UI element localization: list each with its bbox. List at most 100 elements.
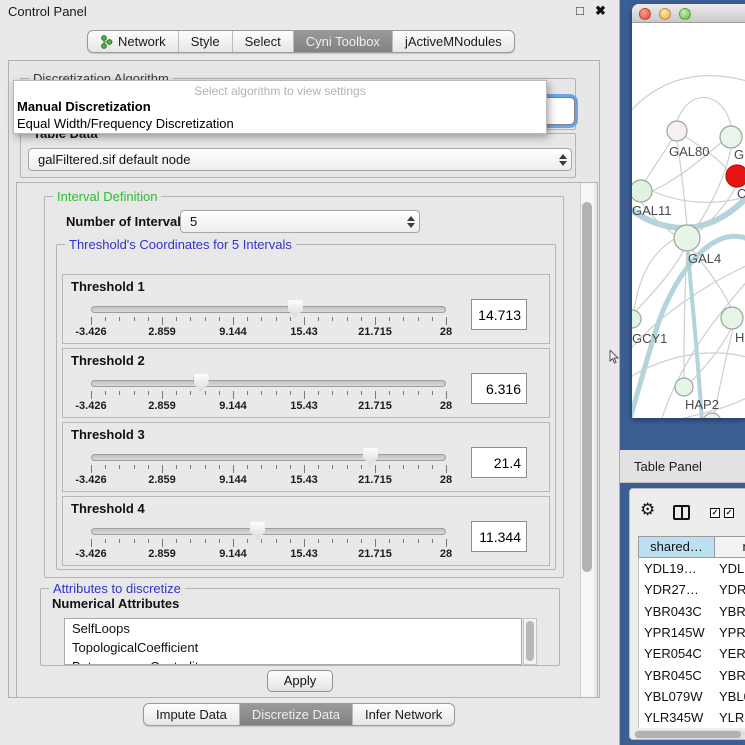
threshold-1-slider-track[interactable] [91, 306, 446, 313]
network-node-H[interactable] [721, 307, 743, 329]
close-light-icon[interactable] [639, 8, 651, 20]
control-panel: Control Panel □ ✖ Network Style Select C… [0, 0, 620, 745]
network-node-GCY1[interactable] [632, 310, 641, 328]
threshold-3-value-field[interactable] [471, 447, 527, 478]
threshold-4-slider-thumb[interactable] [250, 522, 265, 540]
network-node-G[interactable] [720, 126, 742, 148]
tick-mark [389, 465, 390, 469]
cell-name[interactable]: YBR0 [715, 604, 745, 619]
checkbox-icon[interactable]: ✓ [710, 508, 720, 518]
tab-style[interactable]: Style [178, 31, 232, 52]
table-row[interactable]: YBL079WYBL0 [639, 686, 745, 707]
cell-shared-name[interactable]: YLR345W [639, 710, 715, 725]
vertical-scrollbar-thumb[interactable] [582, 202, 592, 572]
table-row[interactable]: YER054CYER0 [639, 643, 745, 664]
tab-network[interactable]: Network [88, 31, 178, 52]
scale-label: 21.715 [358, 474, 392, 486]
scale-label: 2.859 [148, 474, 176, 486]
network-node-red-node[interactable] [726, 165, 745, 187]
horizontal-scrollbar[interactable] [634, 730, 745, 739]
cell-shared-name[interactable]: YBR045C [639, 668, 715, 683]
apply-button[interactable]: Apply [267, 670, 333, 692]
table-row[interactable]: YDR27…YDR2 [639, 579, 745, 600]
cell-name[interactable]: YER0 [715, 646, 745, 661]
column-header-name[interactable]: na [715, 537, 745, 557]
cell-name[interactable]: YLR3 [715, 710, 745, 725]
cell-name[interactable]: YDL1 [715, 561, 745, 576]
table-row[interactable]: YBR045CYBR0 [639, 664, 745, 685]
cell-name[interactable]: YDR2 [715, 582, 745, 597]
cell-shared-name[interactable]: YDL19… [639, 561, 715, 576]
tick-mark [318, 465, 319, 469]
threshold-1-value-field[interactable] [471, 299, 527, 330]
tab-impute-data[interactable]: Impute Data [144, 704, 239, 725]
split-table-icon[interactable] [673, 505, 690, 520]
threshold-3-slider-thumb[interactable] [363, 448, 378, 466]
table-row[interactable]: YPR145WYPR1 [639, 622, 745, 643]
cell-shared-name[interactable]: YPR145W [639, 625, 715, 640]
threshold-2-value-field[interactable] [471, 373, 527, 404]
table-row[interactable]: YLR345WYLR3 [639, 707, 745, 728]
network-canvas[interactable]: GAL80GCGAL11GAL4GCY1HHAP2 [632, 24, 745, 418]
table-panel-header: Table Panel [620, 450, 745, 483]
tick-mark [389, 391, 390, 395]
network-node-GAL80[interactable] [667, 121, 687, 141]
scale-label: 9.144 [219, 326, 247, 338]
gear-icon[interactable]: ⚙ [640, 502, 655, 519]
network-window-titlebar[interactable] [632, 4, 745, 23]
list-item[interactable]: TopologicalCoefficient [65, 638, 521, 657]
tick-mark [446, 465, 447, 473]
network-edge[interactable] [652, 191, 745, 202]
cell-shared-name[interactable]: YDR27… [639, 582, 715, 597]
column-header-shared-name[interactable]: shared… [639, 537, 715, 557]
cell-shared-name[interactable]: YER054C [639, 646, 715, 661]
tick-mark [446, 539, 447, 547]
threshold-4-slider-track[interactable] [91, 528, 446, 535]
network-node-GAL11[interactable] [632, 180, 652, 202]
cell-name[interactable]: YBR0 [715, 668, 745, 683]
network-edge[interactable] [632, 76, 745, 116]
close-icon[interactable]: ✖ [595, 3, 606, 19]
network-node-partial-bottom[interactable] [703, 413, 721, 418]
tab-select[interactable]: Select [232, 31, 293, 52]
table-row[interactable]: YDL19…YDL1 [639, 558, 745, 579]
number-of-intervals-combobox[interactable]: 5 [180, 210, 420, 233]
attributes-list-scrollbar[interactable] [523, 618, 537, 665]
table-row[interactable]: YBR043CYBR0 [639, 601, 745, 622]
horizontal-scrollbar-thumb[interactable] [635, 731, 741, 738]
checkbox-icon[interactable]: ✓ [724, 508, 734, 518]
threshold-1-slider-thumb[interactable] [288, 300, 303, 318]
threshold-2-slider-track[interactable] [91, 380, 446, 387]
cell-name[interactable]: YPR1 [715, 625, 745, 640]
threshold-3-slider-track[interactable] [91, 454, 446, 461]
zoom-light-icon[interactable] [679, 8, 691, 20]
tab-discretize-data[interactable]: Discretize Data [239, 704, 352, 725]
network-node-HAP2[interactable] [675, 378, 693, 396]
option-manual-discretization[interactable]: Manual Discretization [14, 98, 546, 115]
tick-mark [347, 465, 348, 469]
list-item[interactable]: BetweennessCentrality [65, 657, 521, 665]
tick-mark [190, 539, 191, 543]
tab-cyni-toolbox[interactable]: Cyni Toolbox [293, 31, 392, 52]
tick-mark [91, 317, 92, 325]
cell-shared-name[interactable]: YBR043C [639, 604, 715, 619]
tick-mark [148, 465, 149, 469]
table-data-combobox[interactable]: galFiltered.sif default node [28, 148, 572, 171]
tab-infer-network[interactable]: Infer Network [352, 704, 454, 725]
minimize-light-icon[interactable] [659, 8, 671, 20]
cell-shared-name[interactable]: YBL079W [639, 689, 715, 704]
threshold-4-value-field[interactable] [471, 521, 527, 552]
tick-mark [332, 391, 333, 395]
network-node-GAL4[interactable] [674, 225, 700, 251]
network-edge[interactable] [677, 97, 731, 126]
tick-mark [432, 539, 433, 543]
scale-label: -3.426 [75, 326, 106, 338]
float-window-icon[interactable]: □ [576, 3, 584, 18]
tick-mark [304, 465, 305, 473]
list-item[interactable]: SelfLoops [65, 619, 521, 638]
tab-jactivemnodules[interactable]: jActiveMNodules [392, 31, 514, 52]
threshold-2-slider-thumb[interactable] [194, 374, 209, 392]
attributes-list-scrollbar-thumb[interactable] [526, 621, 534, 661]
option-equal-width-frequency[interactable]: Equal Width/Frequency Discretization [14, 115, 546, 132]
cell-name[interactable]: YBL0 [715, 689, 745, 704]
